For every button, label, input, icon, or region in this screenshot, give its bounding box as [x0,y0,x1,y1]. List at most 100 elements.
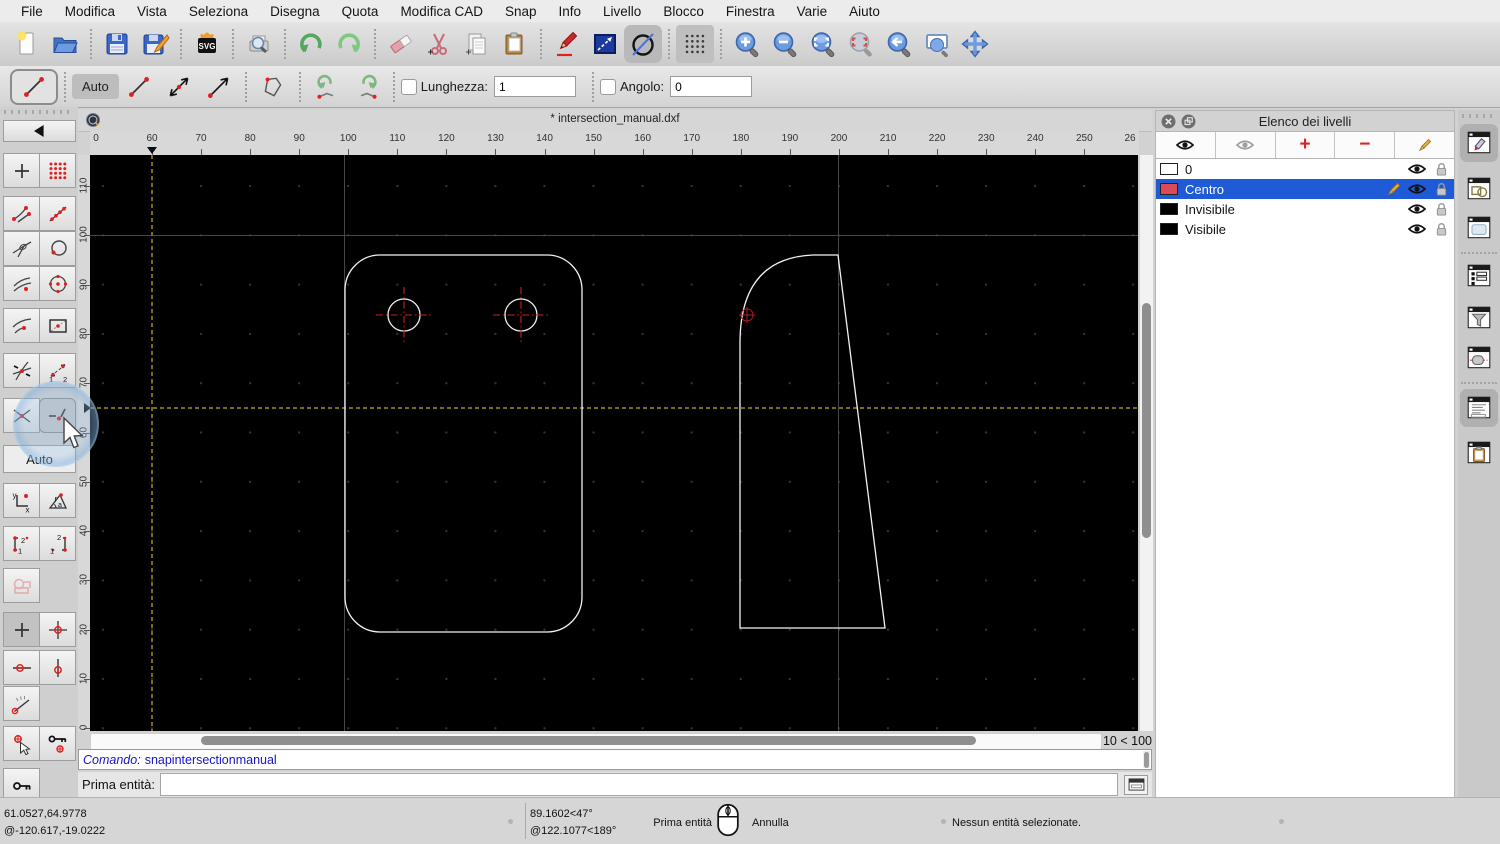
current-tool-line-button[interactable] [10,68,58,105]
restrict-angle-button[interactable] [3,686,40,721]
vertical-scrollbar[interactable] [1139,155,1153,731]
dock-block-widget-button[interactable] [1460,170,1498,208]
svg-export-button[interactable]: SVG [188,25,226,63]
save-as-button[interactable] [136,25,174,63]
snap-on-entity-button[interactable] [39,196,76,231]
angle-input[interactable] [670,76,753,97]
horizontal-scrollbar[interactable] [90,733,1102,750]
line-two-points-button[interactable] [119,71,159,103]
lock-relative-zero-target-button[interactable] [39,726,76,761]
menu-livello[interactable]: Livello [592,4,652,19]
ortho-2-1-button[interactable]: 12 [39,526,76,561]
menu-aiuto[interactable]: Aiuto [838,4,891,19]
command-input[interactable] [159,773,1118,796]
new-file-button[interactable] [8,25,46,63]
sidebar-drag-handle[interactable] [4,110,74,114]
restrict-vertical-button[interactable] [39,650,76,685]
snap-nearest-button[interactable] [3,308,40,343]
menu-blocco[interactable]: Blocco [652,4,715,19]
zoom-window-button[interactable] [918,25,956,63]
dockstrip-drag-handle[interactable] [1462,114,1496,118]
dock-clipboard-widget-button[interactable] [1460,434,1498,472]
menu-info[interactable]: Info [548,4,593,19]
zoom-in-button[interactable] [728,25,766,63]
snap-grid-button[interactable] [39,153,76,188]
line-attributes-button[interactable] [586,25,624,63]
snap-auto-option-button[interactable]: Auto [72,74,119,99]
layer-lock-icon[interactable] [1432,202,1450,216]
dock-preview-widget-button[interactable] [1460,209,1498,247]
layer-visibility-icon[interactable] [1408,182,1426,196]
menu-finestra[interactable]: Finestra [715,4,786,19]
zoom-auto-button[interactable] [804,25,842,63]
dock-list-widget-button[interactable] [1460,257,1498,295]
undo-button[interactable] [292,25,330,63]
pen-button[interactable] [548,25,586,63]
snap-auto-intersection-button[interactable] [3,353,40,388]
snap-free-button[interactable] [3,153,40,188]
command-history-scrollbar-thumb[interactable] [1144,752,1149,768]
snap-tangent-button[interactable] [3,231,40,266]
layer-lock-icon[interactable] [1432,182,1450,196]
restrict-nothing-button[interactable] [3,568,40,603]
layer-visibility-icon[interactable] [1408,162,1426,176]
print-preview-button[interactable] [240,25,278,63]
cut-button[interactable] [420,25,458,63]
undock-panel-icon[interactable] [1181,114,1196,129]
save-button[interactable] [98,25,136,63]
menu-varie[interactable]: Varie [786,4,839,19]
dock-filter-widget-button[interactable] [1460,299,1498,337]
drawing-canvas[interactable] [90,155,1138,731]
length-checkbox[interactable] [400,78,417,95]
dock-material-widget-button[interactable] [1460,339,1498,377]
ellipse-line-button[interactable] [624,25,662,63]
dock-command-widget-button[interactable] [1460,389,1498,427]
line-double-arrow-button[interactable] [159,71,199,103]
command-keyboard-button[interactable] [1124,774,1148,795]
zoom-selected-button[interactable] [842,25,880,63]
restrict-free-button[interactable] [3,612,40,647]
copy-button[interactable] [458,25,496,63]
paste-button[interactable] [496,25,534,63]
restrict-crosshair-button[interactable] [39,612,76,647]
angle-checkbox[interactable] [599,78,616,95]
undo-segment-button[interactable] [307,71,347,103]
close-panel-icon[interactable] [1161,114,1176,129]
open-file-button[interactable] [46,25,84,63]
ortho-1-2-button[interactable]: 12 [3,526,40,561]
layer-edit-icon[interactable] [1384,182,1402,196]
redo-segment-button[interactable] [347,71,387,103]
line-arrow-button[interactable] [199,71,239,103]
layer-row-0[interactable]: 0 [1156,159,1454,179]
menu-file[interactable]: File [10,4,54,19]
edit-layer-button[interactable] [1395,132,1454,158]
hide-all-layers-button[interactable] [1216,132,1276,158]
snap-back-button[interactable] [3,120,76,142]
vertical-scrollbar-thumb[interactable] [1142,303,1151,538]
coord-polar-button[interactable]: ra [39,483,76,518]
menu-snap[interactable]: Snap [494,4,548,19]
length-input[interactable] [493,76,576,97]
redo-button[interactable] [330,25,368,63]
zoom-pan-button[interactable] [956,25,994,63]
grid-toggle-button[interactable] [676,25,714,63]
menu-modifica[interactable]: Modifica [54,4,126,19]
restrict-horizontal-button[interactable] [3,650,40,685]
snap-on-circle-button[interactable] [39,231,76,266]
layer-visibility-icon[interactable] [1408,202,1426,216]
snap-endpoint-button[interactable] [3,196,40,231]
remove-layer-button[interactable]: − [1335,132,1396,158]
menu-vista[interactable]: Vista [126,4,178,19]
command-history-scrollbar[interactable] [1143,751,1150,768]
layer-row-invisibile[interactable]: Invisibile [1156,199,1454,219]
layer-visibility-icon[interactable] [1408,222,1426,236]
zoom-previous-button[interactable] [880,25,918,63]
menu-quota[interactable]: Quota [331,4,390,19]
layer-row-centro[interactable]: Centro [1156,179,1454,199]
add-layer-button[interactable]: + [1276,132,1336,158]
layer-row-visibile[interactable]: Visibile [1156,219,1454,239]
menu-disegna[interactable]: Disegna [259,4,331,19]
snap-middle-button[interactable] [3,266,40,301]
dock-pen-widget-button[interactable] [1460,124,1498,162]
coord-cartesian-button[interactable]: yx [3,483,40,518]
